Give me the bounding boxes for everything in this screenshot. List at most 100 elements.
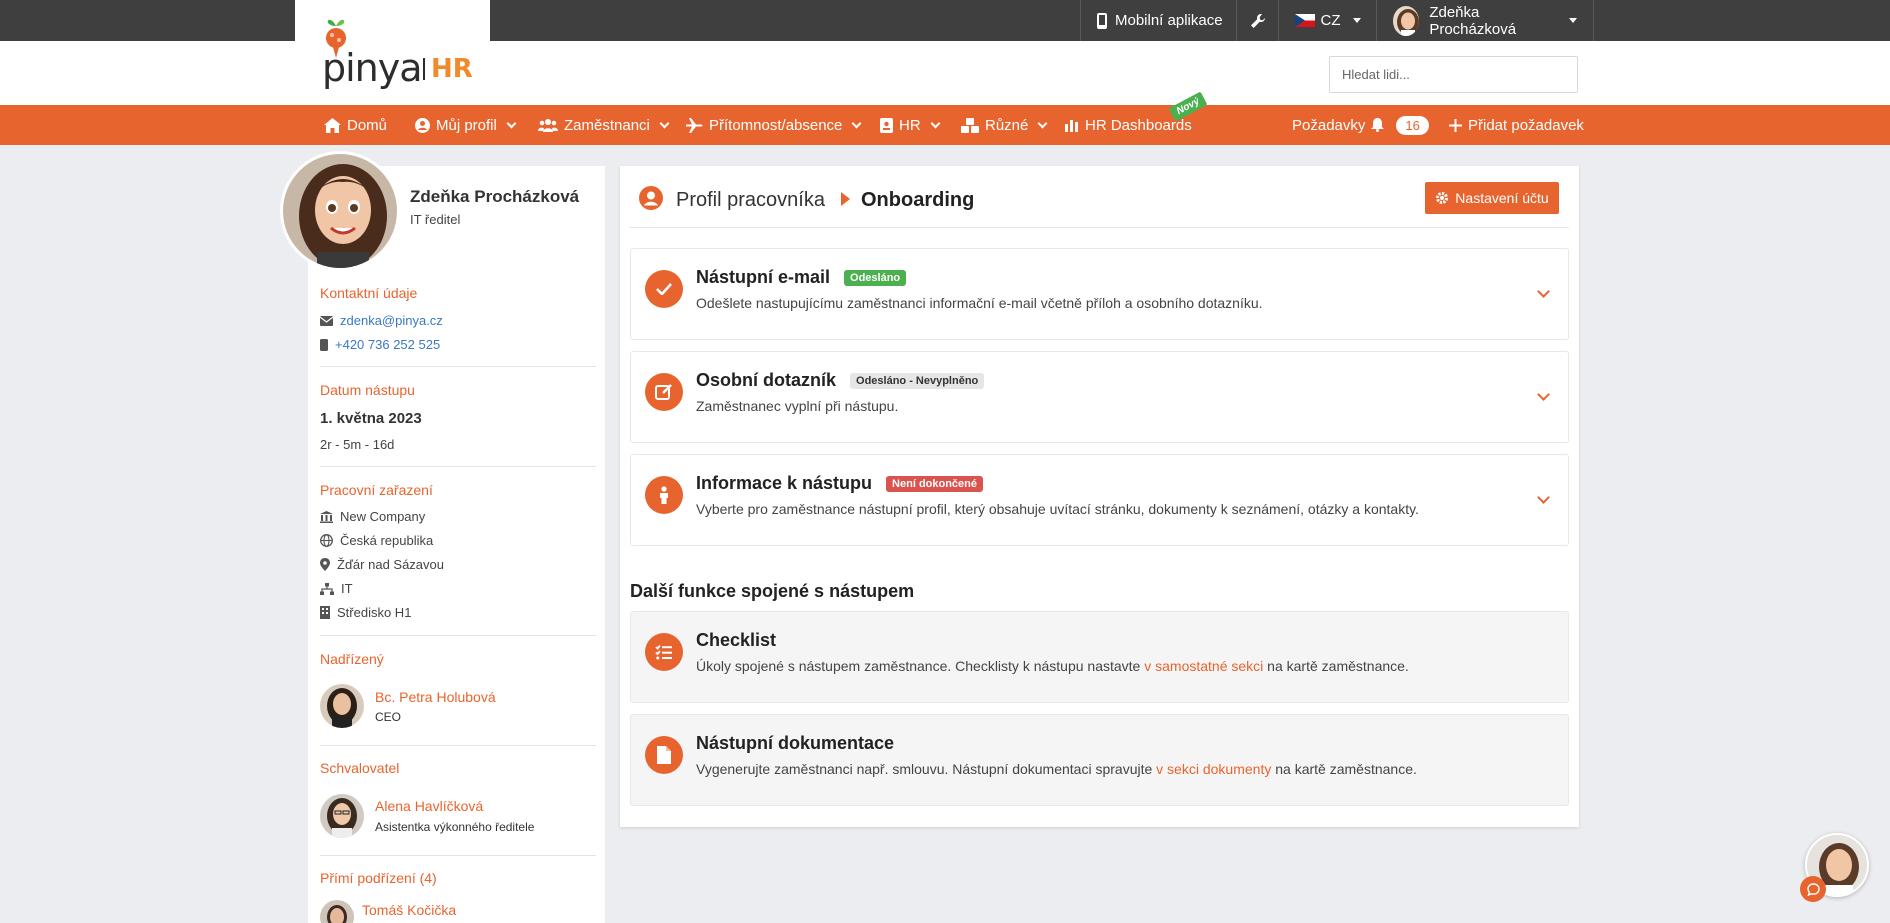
manager-avatar[interactable] — [320, 684, 364, 728]
id-badge-icon — [880, 117, 893, 133]
card-title-text: Checklist — [696, 630, 777, 650]
chat-icon[interactable] — [1800, 876, 1826, 902]
nav-item-misc[interactable]: Různé — [961, 105, 1048, 145]
manager-name[interactable]: Bc. Petra Holubová — [375, 689, 496, 705]
nav-item-label: Různé — [985, 116, 1029, 134]
bell-icon — [1371, 118, 1385, 132]
approver-role: Asistentka výkonného ředitele — [375, 820, 535, 834]
divider — [630, 227, 1569, 228]
card-title-text: Informace k nástupu — [696, 473, 873, 493]
gear-icon — [1436, 192, 1449, 204]
card-title: Checklist — [696, 630, 776, 651]
user-menu[interactable]: Zdeňka Procházková — [1376, 0, 1594, 41]
caret-down-icon — [1569, 18, 1577, 23]
email-row[interactable]: zdenka@pinya.cz — [320, 313, 443, 328]
nav-item-label: Zaměstnanci — [564, 116, 650, 134]
profile-name: Zdeňka Procházková — [410, 187, 580, 206]
desc-text: na kartě zaměstnance. — [1263, 658, 1409, 674]
country-row: Česká republika — [320, 533, 433, 548]
card-title-text: Nástupní e-mail — [696, 267, 831, 287]
contact-heading: Kontaktní údaje — [320, 285, 418, 301]
user-circle-icon — [639, 186, 663, 210]
company: New Company — [340, 509, 426, 524]
nav-item-home[interactable]: Domů — [324, 105, 387, 145]
manager-heading: Nadřízený — [320, 651, 384, 667]
czech-flag-icon — [1294, 14, 1315, 27]
user-circle-icon — [415, 117, 430, 133]
map-marker-icon — [320, 558, 330, 571]
divider — [320, 635, 596, 636]
caret-right-icon — [841, 192, 850, 206]
search-input[interactable] — [1329, 56, 1578, 93]
account-settings-button[interactable]: Nastavení účtu — [1425, 182, 1559, 214]
chevron-down-icon — [930, 118, 941, 128]
profile-title: IT ředitel — [410, 212, 461, 227]
personal-questionnaire-card[interactable]: Osobní dotazník Odesláno - Nevyplněno Za… — [630, 351, 1569, 443]
divider — [320, 466, 596, 467]
documents-section-link[interactable]: v sekci dokumenty — [1156, 761, 1271, 777]
building-icon — [320, 606, 330, 619]
card-title: Nástupní dokumentace — [696, 733, 894, 754]
desc-text: Vygenerujte zaměstnanci např. smlouvu. N… — [696, 761, 1157, 777]
logo[interactable]: pinya HR — [295, 0, 490, 105]
phone-link[interactable]: +420 736 252 525 — [335, 337, 440, 352]
sitemap-icon — [320, 582, 334, 595]
logo-divider — [423, 58, 425, 80]
chevron-down-icon[interactable] — [1537, 285, 1550, 298]
card-title: Informace k nástupu Není dokončené — [696, 473, 984, 494]
mobile-app-label: Mobilní aplikace — [1115, 12, 1223, 29]
add-request-label: Přidat požadavek — [1468, 116, 1584, 134]
language-label: CZ — [1320, 12, 1341, 29]
divider — [320, 366, 596, 367]
city-row: Žďár nad Sázavou — [320, 557, 444, 572]
nav-item-label: Domů — [347, 116, 388, 134]
onboarding-info-card[interactable]: Informace k nástupu Není dokončené Vyber… — [630, 454, 1569, 546]
card-title-text: Osobní dotazník — [696, 370, 837, 390]
onboarding-email-card[interactable]: Nástupní e-mail Odesláno Odešlete nastup… — [630, 248, 1569, 340]
requests-count-badge: 16 — [1396, 115, 1429, 135]
profile-avatar — [280, 151, 400, 271]
card-description: Vygenerujte zaměstnanci např. smlouvu. N… — [696, 761, 1417, 777]
card-title: Nástupní e-mail Odesláno — [696, 267, 907, 288]
envelope-icon — [320, 315, 333, 326]
phone-row[interactable]: +420 736 252 525 — [320, 337, 440, 352]
phone-icon — [1097, 12, 1107, 29]
status-badge: Odesláno — [844, 269, 907, 286]
mobile-app-link[interactable]: Mobilní aplikace — [1080, 0, 1239, 41]
nav-item-my-profile[interactable]: Můj profil — [415, 105, 517, 145]
card-title-text: Nástupní dokumentace — [696, 733, 895, 753]
card-description: Zaměstnanec vyplní při nástupu. — [696, 398, 899, 414]
nav-item-label: HR — [899, 116, 921, 134]
header-bar — [0, 41, 1890, 105]
start-date-heading: Datum nástupu — [320, 382, 415, 398]
home-icon — [324, 117, 341, 133]
section-heading: Další funkce spojené s nástupem — [630, 581, 915, 601]
tools-button[interactable] — [1236, 0, 1278, 41]
chevron-down-icon[interactable] — [1537, 388, 1550, 401]
requests-link[interactable]: Požadavky 16 — [1292, 105, 1429, 145]
chevron-down-icon[interactable] — [1537, 491, 1550, 504]
logo-suffix: HR — [431, 54, 473, 84]
chevron-down-icon — [851, 118, 862, 128]
caret-down-icon — [1352, 18, 1361, 23]
breadcrumb-parent[interactable]: Profil pracovníka — [676, 189, 825, 212]
email-link[interactable]: zdenka@pinya.cz — [340, 313, 443, 328]
page-title: Onboarding — [861, 189, 975, 211]
report-name[interactable]: Tomáš Kočička — [362, 902, 456, 918]
language-selector[interactable]: CZ — [1278, 0, 1376, 41]
desc-text: na kartě zaměstnance. — [1271, 761, 1417, 777]
nav-item-employees[interactable]: Zaměstnanci — [538, 105, 670, 145]
chevron-down-icon — [659, 118, 670, 128]
nav-item-attendance[interactable]: Přítomnost/absence — [686, 105, 862, 145]
divider — [320, 855, 596, 856]
card-title: Osobní dotazník Odesláno - Nevyplněno — [696, 370, 985, 391]
add-request-button[interactable]: Přidat požadavek — [1449, 105, 1584, 145]
checklist-section-link[interactable]: v samostatné sekci — [1144, 658, 1263, 674]
checklist-card: Checklist Úkoly spojené s nástupem zaměs… — [630, 611, 1569, 703]
approver-heading: Schvalovatel — [320, 760, 400, 776]
approver-avatar[interactable] — [320, 794, 364, 838]
department-row: IT — [320, 581, 353, 596]
department: IT — [341, 581, 353, 596]
nav-item-hr[interactable]: HR — [880, 105, 941, 145]
approver-name[interactable]: Alena Havlíčková — [375, 798, 483, 814]
